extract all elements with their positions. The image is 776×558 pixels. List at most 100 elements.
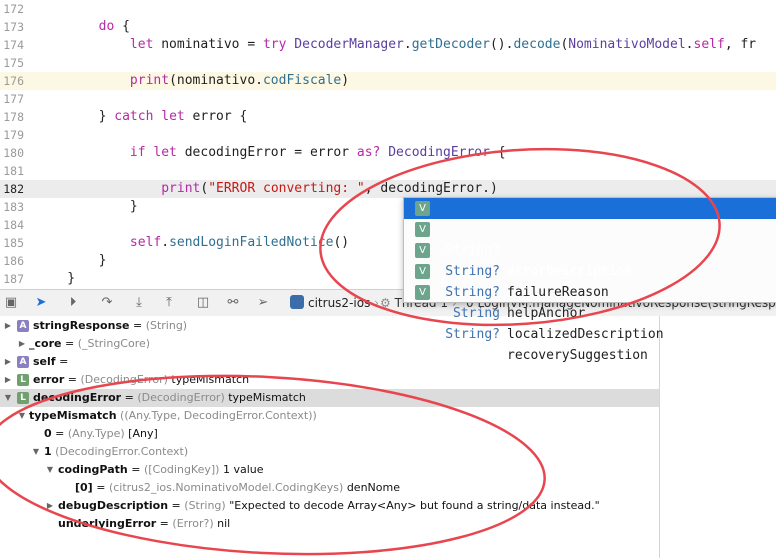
code-text: do {: [98, 19, 130, 34]
autocomplete-item[interactable]: V String? errorDescription: [404, 198, 776, 279]
variable-value: nil: [217, 517, 231, 530]
autocomplete-item[interactable]: V String? recoverySuggestion: [404, 282, 776, 363]
expand-triangle-icon[interactable]: ▶: [3, 317, 13, 335]
variable-type: (Error?): [172, 517, 214, 530]
code-text: }: [36, 271, 76, 286]
variable-value: [Any]: [128, 427, 158, 440]
code-line[interactable]: 176 print(nominativo.codFiscale): [0, 72, 776, 90]
line-number: 185: [3, 236, 24, 250]
autocomplete-popup[interactable]: V String? errorDescription V String? fai…: [403, 197, 776, 363]
autocomplete-item[interactable]: V String localizedDescription: [404, 261, 776, 342]
code-text: print("ERROR converting: ", decodingErro…: [161, 181, 498, 196]
code-line[interactable]: 177: [0, 90, 776, 108]
code-line[interactable]: 172: [0, 0, 776, 18]
variable-value: typeMismatch: [228, 391, 306, 404]
variable-type: (DecodingError): [80, 373, 168, 386]
variable-badge-icon: V: [415, 285, 430, 300]
variable-name: self: [33, 355, 56, 368]
variable-type: ([CodingKey]): [143, 463, 220, 476]
autocomplete-name: helpAnchor: [507, 306, 586, 321]
variable-name: [0]: [75, 481, 93, 494]
step-out-icon[interactable]: ⤒: [160, 294, 178, 312]
code-line-current[interactable]: 182 print("ERROR converting: ", decoding…: [0, 180, 776, 198]
variable-name: stringResponse: [33, 319, 130, 332]
code-text: if let decodingError = error as? Decodin…: [129, 145, 506, 160]
variable-type: (_StringCore): [77, 337, 151, 350]
app-name: citrus2-ios: [308, 296, 371, 310]
autocomplete-item[interactable]: V String? failureReason: [404, 219, 776, 300]
variable-badge-icon: V: [415, 222, 430, 237]
variable-row[interactable]: ▼ typeMismatch ((Any.Type, DecodingError…: [0, 407, 659, 425]
variable-type: (Any.Type): [67, 427, 125, 440]
collapse-triangle-icon[interactable]: ▼: [45, 461, 55, 479]
variable-value: denNome: [346, 481, 400, 494]
continue-icon[interactable]: ⏵: [64, 294, 82, 312]
variable-name: underlyingError: [58, 517, 157, 530]
line-number: 179: [3, 128, 24, 142]
variable-row[interactable]: ▶ L error = (DecodingError) typeMismatch: [0, 371, 659, 389]
line-number: 183: [3, 200, 24, 214]
variable-type: ((Any.Type, DecodingError.Context)): [120, 409, 317, 422]
code-text: print(nominativo.codFiscale): [129, 73, 350, 88]
autocomplete-item[interactable]: V String? helpAnchor: [404, 240, 776, 321]
collapse-triangle-icon[interactable]: ▼: [31, 443, 41, 461]
line-number: 173: [3, 20, 24, 34]
console-pane[interactable]: [659, 316, 776, 558]
variable-badge-icon: V: [415, 264, 430, 279]
autocomplete-name: recoverySuggestion: [507, 348, 648, 363]
variable-row[interactable]: ▼ 1 (DecodingError.Context): [0, 443, 659, 461]
variable-type: (String): [184, 499, 226, 512]
expand-triangle-icon[interactable]: ▶: [3, 371, 13, 389]
line-number: 184: [3, 218, 24, 232]
breakpoints-toggle-icon[interactable]: ➤: [32, 294, 50, 312]
app-target[interactable]: citrus2-ios ›: [290, 294, 379, 312]
code-line[interactable]: 179: [0, 126, 776, 144]
expand-triangle-icon[interactable]: ▶: [17, 335, 27, 353]
variable-row-selected[interactable]: ▼ L decodingError = (DecodingError) type…: [0, 389, 659, 407]
local-badge-icon: L: [17, 392, 29, 404]
variable-name: debugDescription: [58, 499, 169, 512]
app-icon: [290, 295, 304, 309]
code-line[interactable]: 175: [0, 54, 776, 72]
variable-row[interactable]: underlyingError = (Error?) nil: [0, 515, 659, 533]
line-number: 178: [3, 110, 24, 124]
variable-value: 1 value: [222, 463, 264, 476]
line-number: 176: [3, 74, 24, 88]
variable-badge-icon: V: [415, 201, 430, 216]
variable-row[interactable]: [0] = (citrus2_ios.NominativoModel.Codin…: [0, 479, 659, 497]
step-into-icon[interactable]: ⤓: [130, 294, 148, 312]
variable-row[interactable]: ▶ debugDescription = (String) "Expected …: [0, 497, 659, 515]
line-number: 175: [3, 56, 24, 70]
code-line[interactable]: 181: [0, 162, 776, 180]
collapse-triangle-icon[interactable]: ▼: [3, 389, 13, 407]
expand-triangle-icon[interactable]: ▶: [3, 353, 13, 371]
variable-name: decodingError: [33, 391, 122, 404]
variable-name: codingPath: [58, 463, 128, 476]
variable-value: typeMismatch: [171, 373, 250, 386]
memory-graph-icon[interactable]: ⚯: [224, 294, 242, 312]
variable-name: _core: [29, 337, 62, 350]
view-hierarchy-icon[interactable]: ◫: [194, 294, 212, 312]
code-line[interactable]: 178 } catch let error {: [0, 108, 776, 126]
collapse-triangle-icon[interactable]: ▼: [17, 407, 27, 425]
variable-row[interactable]: ▼ codingPath = ([CodingKey]) 1 value: [0, 461, 659, 479]
code-line[interactable]: 173 do {: [0, 18, 776, 36]
line-number: 180: [3, 146, 24, 160]
variable-row[interactable]: 0 = (Any.Type) [Any]: [0, 425, 659, 443]
variable-name: error: [33, 373, 65, 386]
expand-triangle-icon[interactable]: ▶: [45, 497, 55, 515]
line-number: 181: [3, 164, 24, 178]
code-text: } catch let error {: [36, 109, 248, 124]
autocomplete-type: String?: [445, 327, 500, 342]
argument-badge-icon: A: [17, 356, 29, 368]
location-icon[interactable]: ➢: [254, 294, 272, 312]
code-line[interactable]: 180 if let decodingError = error as? Dec…: [0, 144, 776, 162]
argument-badge-icon: A: [17, 320, 29, 332]
code-text: let nominativo = try DecoderManager.getD…: [129, 37, 757, 52]
local-badge-icon: L: [17, 374, 29, 386]
hide-debug-area-icon[interactable]: ▣: [2, 294, 20, 312]
code-text: self.sendLoginFailedNotice(): [129, 235, 350, 250]
line-number: 187: [3, 272, 24, 286]
step-over-icon[interactable]: ↷: [98, 294, 116, 312]
code-line[interactable]: 174 let nominativo = try DecoderManager.…: [0, 36, 776, 54]
